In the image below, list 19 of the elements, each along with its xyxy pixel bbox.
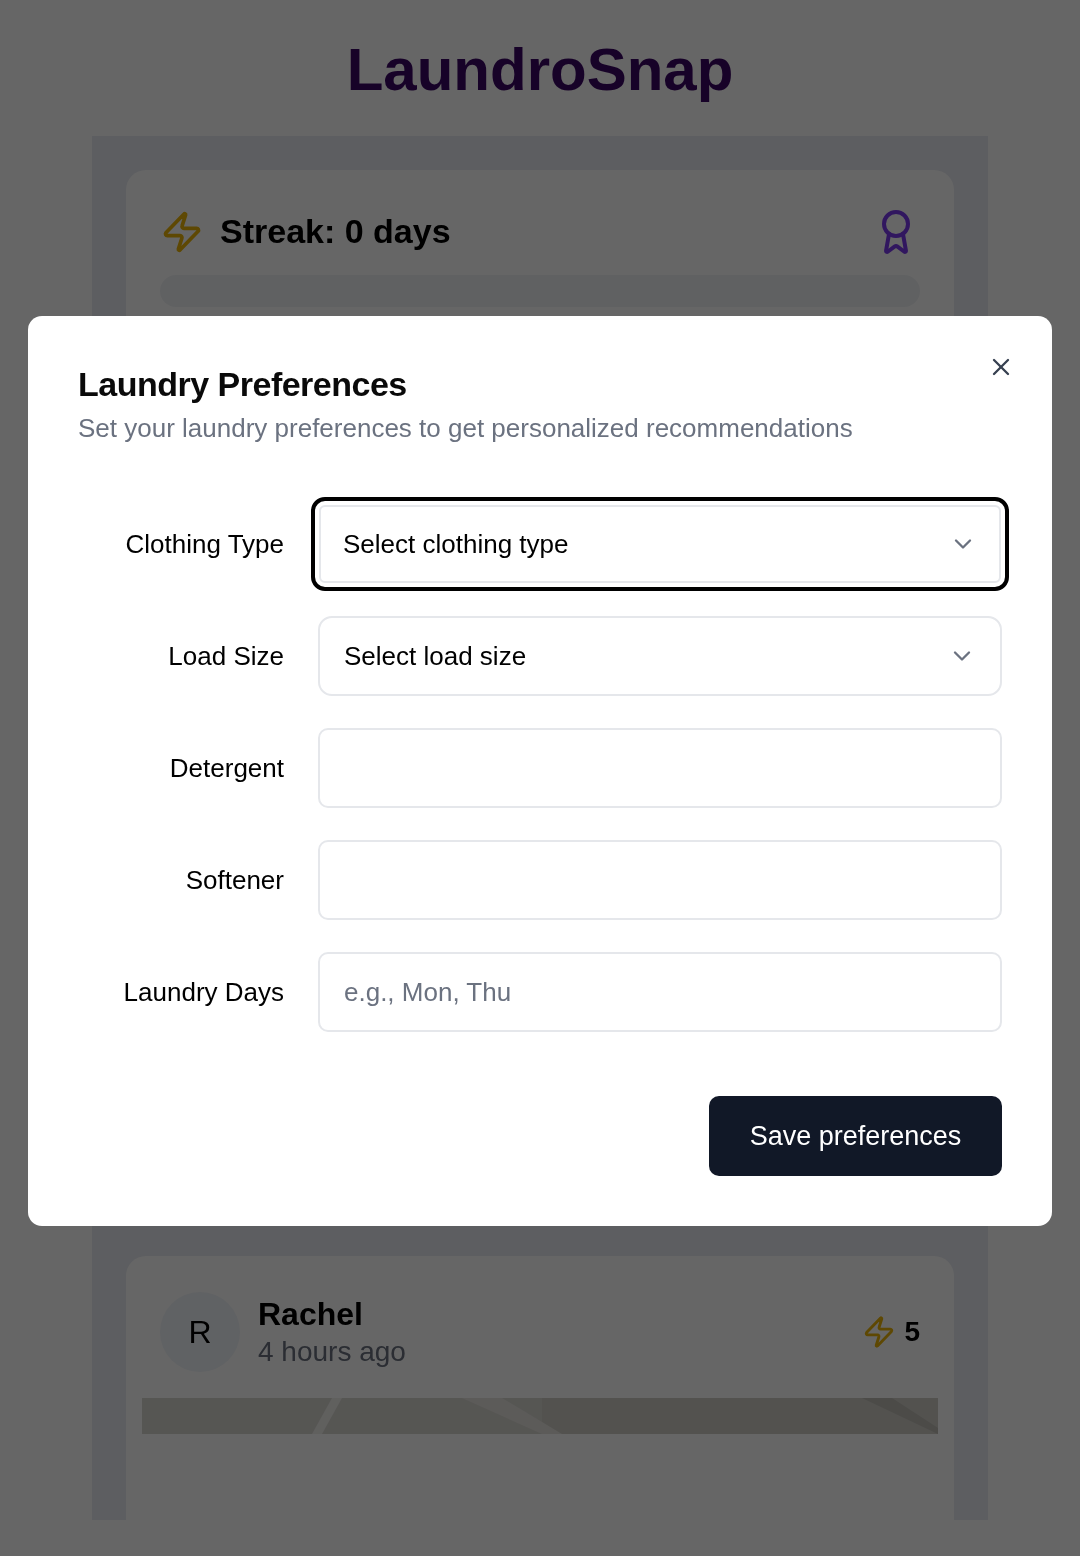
field-label: Clothing Type (124, 527, 284, 561)
input-field[interactable]: e.g., Mon, Thu (318, 952, 1002, 1032)
input-field[interactable] (318, 840, 1002, 920)
field-label: Load Size (167, 639, 284, 673)
select-field[interactable]: Select load size (318, 616, 1002, 696)
dialog-title: Laundry Preferences (78, 364, 408, 405)
avatar: R (160, 1292, 240, 1372)
input-field[interactable] (318, 728, 1002, 808)
select-field[interactable]: Select clothing type (311, 497, 1009, 591)
field-label: Detergent (168, 751, 284, 785)
dialog-description: Set your laundry preferences to get personalized recommendations (78, 412, 854, 445)
user-name: Rachel (258, 1295, 364, 1334)
field-label: Softener (184, 863, 284, 897)
streak-label: Streak: 0 days (220, 211, 451, 252)
post-time: 4 hours ago (258, 1335, 406, 1369)
streak-count: 5 (904, 1315, 920, 1349)
save-button[interactable]: Save preferences (709, 1096, 1002, 1176)
field-label: Laundry Days (122, 975, 284, 1009)
app-title: LaundroSnap (346, 36, 734, 105)
